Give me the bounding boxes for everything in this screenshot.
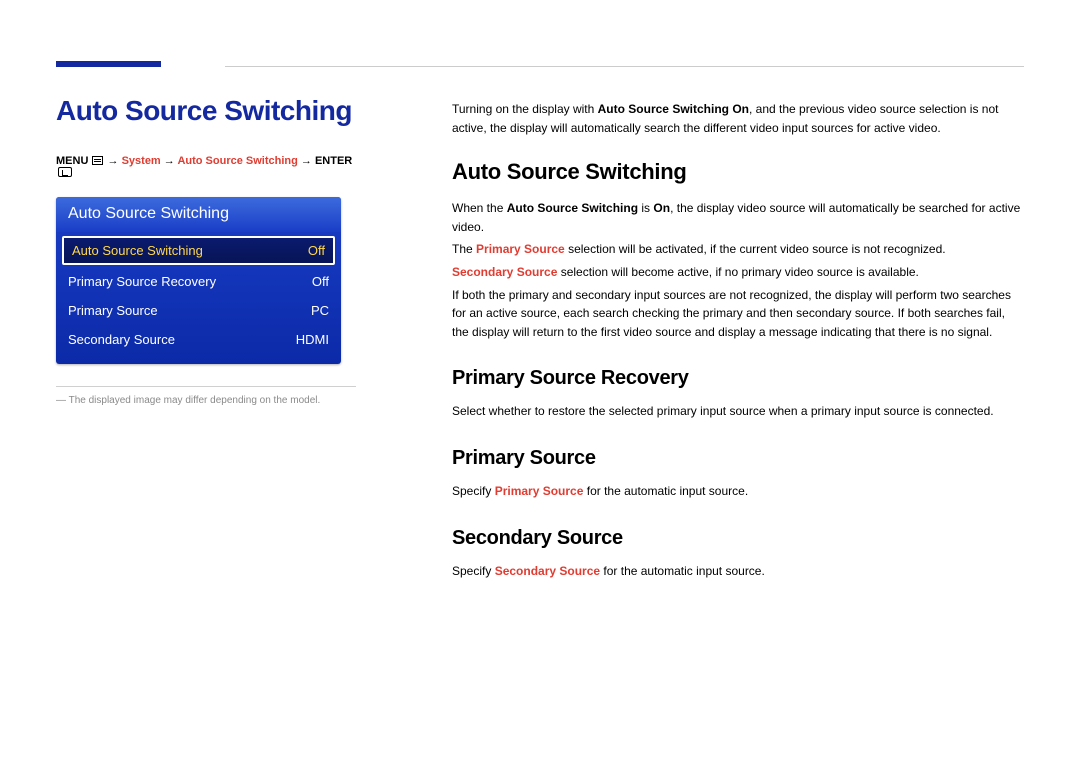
breadcrumb-system: System (122, 155, 161, 167)
breadcrumb: MENU → System → Auto Source Switching → … (56, 155, 356, 179)
text: The (452, 242, 476, 256)
paragraph: The Primary Source selection will be act… (452, 240, 1024, 259)
text-bold: Auto Source Switching On (598, 102, 749, 116)
osd-row[interactable]: Auto Source Switching Off (62, 236, 335, 265)
paragraph: When the Auto Source Switching is On, th… (452, 199, 1024, 236)
text: for the automatic input source. (583, 484, 748, 498)
text-highlight: Secondary Source (452, 265, 557, 279)
osd-row-label: Secondary Source (68, 332, 175, 347)
osd-row[interactable]: Secondary Source HDMI (56, 325, 341, 354)
osd-row-label: Auto Source Switching (72, 243, 203, 258)
heading-auto-source-switching: Auto Source Switching (452, 155, 1024, 189)
heading-primary-source: Primary Source (452, 443, 1024, 474)
text: When the (452, 201, 507, 215)
text: is (638, 201, 653, 215)
text: Turning on the display with (452, 102, 598, 116)
breadcrumb-enter: ENTER (315, 155, 352, 167)
osd-row-value: Off (312, 274, 329, 289)
heading-primary-source-recovery: Primary Source Recovery (452, 363, 1024, 394)
text: Specify (452, 564, 495, 578)
osd-row[interactable]: Primary Source Recovery Off (56, 267, 341, 296)
breadcrumb-arrow: → (108, 155, 119, 167)
paragraph: Specify Secondary Source for the automat… (452, 562, 1024, 581)
osd-row-value: HDMI (296, 332, 329, 347)
text: selection will become active, if no prim… (557, 265, 919, 279)
text-highlight: Secondary Source (495, 564, 600, 578)
breadcrumb-menu: MENU (56, 155, 88, 167)
paragraph: Specify Primary Source for the automatic… (452, 482, 1024, 501)
header-accent-bar (56, 61, 161, 67)
text: Specify (452, 484, 495, 498)
osd-panel-header: Auto Source Switching (56, 197, 341, 232)
left-column: Auto Source Switching MENU → System → Au… (56, 95, 356, 406)
menu-icon (92, 156, 103, 165)
paragraph: If both the primary and secondary input … (452, 286, 1024, 342)
breadcrumb-item: Auto Source Switching (177, 155, 297, 167)
paragraph: Secondary Source selection will become a… (452, 263, 1024, 282)
text-highlight: Primary Source (476, 242, 565, 256)
intro-paragraph: Turning on the display with Auto Source … (452, 100, 1024, 137)
osd-row-value: PC (311, 303, 329, 318)
text-bold: Auto Source Switching (507, 201, 638, 215)
text-highlight: Primary Source (495, 484, 584, 498)
osd-panel: Auto Source Switching Auto Source Switch… (56, 197, 341, 364)
osd-row-label: Primary Source Recovery (68, 274, 216, 289)
text-bold: On (653, 201, 670, 215)
paragraph: Select whether to restore the selected p… (452, 402, 1024, 421)
breadcrumb-arrow: → (164, 155, 175, 167)
text: selection will be activated, if the curr… (565, 242, 946, 256)
enter-icon (58, 167, 72, 177)
osd-row-label: Primary Source (68, 303, 158, 318)
right-column: Turning on the display with Auto Source … (452, 100, 1024, 584)
heading-secondary-source: Secondary Source (452, 523, 1024, 554)
breadcrumb-arrow: → (301, 155, 312, 167)
header-divider (225, 66, 1024, 67)
footnote-divider (56, 386, 356, 387)
footnote: The displayed image may differ depending… (56, 395, 356, 406)
osd-row-value: Off (308, 243, 325, 258)
text: for the automatic input source. (600, 564, 765, 578)
osd-row[interactable]: Primary Source PC (56, 296, 341, 325)
page-title: Auto Source Switching (56, 95, 356, 127)
